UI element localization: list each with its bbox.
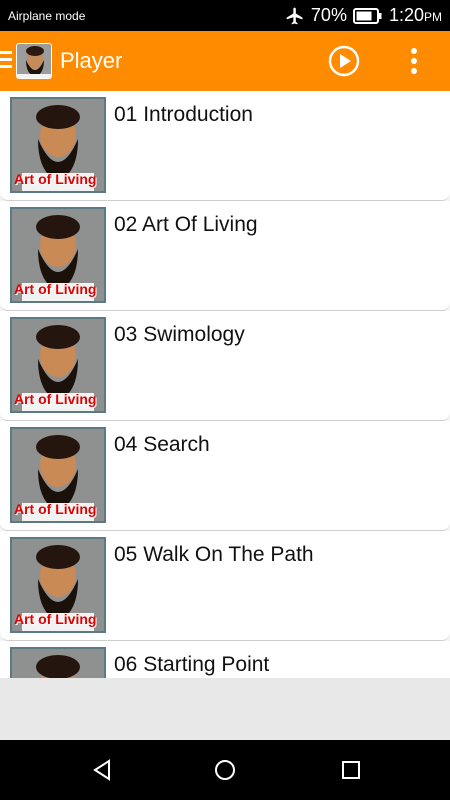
track-row[interactable]: Art of Living 03 Swimology	[0, 311, 450, 421]
system-nav-bar	[0, 740, 450, 800]
thumbnail-label: Art of Living	[14, 281, 97, 297]
airplane-mode-label: Airplane mode	[8, 9, 86, 23]
back-icon[interactable]	[90, 758, 114, 782]
track-row[interactable]: Art of Living 01 Introduction	[0, 91, 450, 201]
app-bar: Player	[0, 31, 450, 91]
track-title: 06 Starting Point	[114, 653, 270, 676]
track-thumbnail: Art of Living	[10, 427, 106, 523]
track-title: 02 Art Of Living	[114, 213, 258, 236]
thumbnail-label: Art of Living	[14, 391, 97, 407]
track-thumbnail: Art of Living	[10, 537, 106, 633]
thumbnail-label: Art of Living	[14, 611, 97, 627]
track-row[interactable]: Art of Living 05 Walk On The Path	[0, 531, 450, 641]
more-vert-icon[interactable]	[404, 45, 424, 77]
play-icon[interactable]	[328, 45, 360, 77]
track-title: 05 Walk On The Path	[114, 543, 314, 566]
battery-icon	[352, 7, 382, 24]
track-row[interactable]: Art of Living 04 Search	[0, 421, 450, 531]
track-thumbnail: Art of Living	[10, 97, 106, 193]
thumbnail-label: Art of Living	[14, 171, 97, 187]
track-thumbnail: Art of Living	[10, 647, 106, 678]
track-thumbnail: Art of Living	[10, 317, 106, 413]
status-indicators: 70% 1:20PM	[285, 5, 442, 26]
thumbnail-label: Art of Living	[14, 501, 97, 517]
track-row[interactable]: Art of Living 02 Art Of Living	[0, 201, 450, 311]
am-pm: PM	[424, 10, 442, 24]
status-bar: Airplane mode 70% 1:20PM	[0, 0, 450, 31]
track-list: Art of Living 01 Introduction Art of Liv…	[0, 91, 450, 678]
time: 1:20	[388, 5, 424, 25]
home-icon[interactable]	[213, 758, 237, 782]
track-title: 01 Introduction	[114, 103, 253, 126]
clock: 1:20PM	[389, 5, 442, 26]
track-thumbnail: Art of Living	[10, 207, 106, 303]
recents-icon[interactable]	[339, 758, 363, 782]
track-title: 04 Search	[114, 433, 210, 456]
track-row[interactable]: Art of Living 06 Starting Point	[0, 641, 450, 678]
menu-icon[interactable]	[0, 51, 12, 69]
battery-percent: 70%	[310, 5, 347, 25]
airplane-icon	[286, 7, 303, 24]
app-logo[interactable]	[16, 43, 52, 79]
track-title: 03 Swimology	[114, 323, 245, 346]
page-title: Player	[60, 48, 123, 73]
